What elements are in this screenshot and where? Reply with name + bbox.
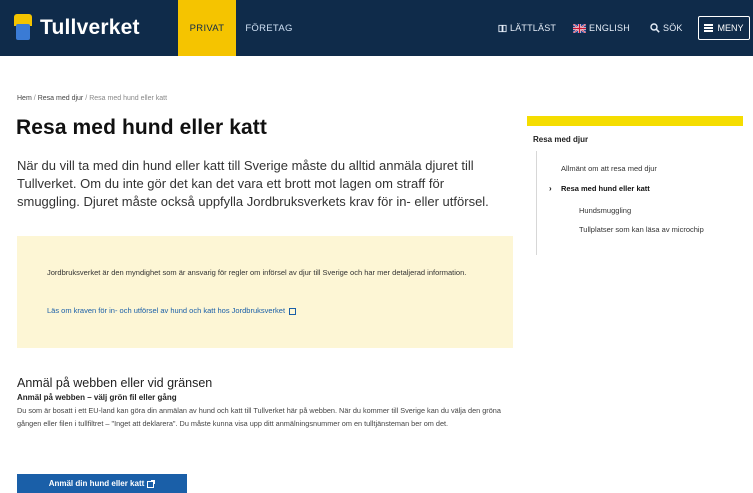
book-icon xyxy=(498,24,507,32)
hamburger-icon xyxy=(704,27,714,29)
report-pet-button-label: Anmäl din hund eller katt xyxy=(48,479,145,488)
menu-button[interactable]: MENY xyxy=(698,16,750,40)
search-icon xyxy=(650,23,660,33)
jordbruksverket-link-label: Läs om kraven för in- och utförsel av hu… xyxy=(47,306,286,315)
lattlast-link[interactable]: LÄTTLÄST xyxy=(498,0,556,56)
tab-foretag[interactable]: FÖRETAG xyxy=(236,0,302,56)
uk-flag-icon xyxy=(573,23,586,33)
chevron-right-icon: › xyxy=(549,184,552,193)
english-link[interactable]: ENGLISH xyxy=(573,0,630,56)
crown-icon xyxy=(12,14,34,42)
section-subheading: Anmäl på webben – välj grön fil eller gå… xyxy=(17,393,177,402)
info-text: Jordbruksverket är den myndighet som är … xyxy=(47,268,467,277)
sidebar-item-hundsmuggling[interactable]: Hundsmuggling xyxy=(579,205,631,216)
external-link-icon xyxy=(289,307,297,315)
section-heading: Anmäl på webben eller vid gränsen xyxy=(17,376,213,390)
search-label: SÖK xyxy=(663,23,683,33)
section-body: Du som är bosatt i ett EU-land kan göra … xyxy=(17,406,501,428)
sidebar-accent-bar xyxy=(527,116,743,126)
logo-text: Tullverket xyxy=(40,16,140,39)
report-pet-button[interactable]: Anmäl din hund eller katt xyxy=(17,474,187,493)
sidebar-title[interactable]: Resa med djur xyxy=(533,135,588,144)
breadcrumb: Hem / Resa med djur / Resa med hund eller ka… xyxy=(17,95,167,102)
lead-paragraph: När du vill ta med din hund eller katt t… xyxy=(17,158,489,209)
external-link-icon xyxy=(147,479,156,488)
site-header: Tullverket PRIVAT FÖRETAG LÄTTLÄST ENGLI… xyxy=(0,0,753,56)
tullverket-logo[interactable]: Tullverket xyxy=(12,10,140,46)
page-title: Resa med hund eller katt xyxy=(16,116,267,139)
sidebar-item-tullplatser[interactable]: Tullplatser som kan läsa av microchip xyxy=(579,224,709,235)
sidebar-item-label: Resa med hund eller katt xyxy=(561,184,650,193)
sidebar-divider xyxy=(536,151,537,255)
info-box: Jordbruksverket är den myndighet som är … xyxy=(17,236,513,348)
jordbruksverket-link[interactable]: Läs om kraven för in- och utförsel av hu… xyxy=(47,306,297,315)
breadcrumb-item-current: Resa med hund eller katt xyxy=(89,95,168,102)
sidebar-item-hund-katt[interactable]: › Resa med hund eller katt xyxy=(549,183,650,194)
breadcrumb-separator: / xyxy=(33,95,36,102)
tab-privat[interactable]: PRIVAT xyxy=(178,0,236,56)
sidebar-item-allmant[interactable]: Allmänt om att resa med djur xyxy=(561,163,657,174)
breadcrumb-item-resa-med-djur[interactable]: Resa med djur xyxy=(38,95,84,102)
search-link[interactable]: SÖK xyxy=(650,0,683,56)
breadcrumb-separator: / xyxy=(85,95,88,102)
english-label: ENGLISH xyxy=(589,23,630,33)
menu-label: MENY xyxy=(717,23,744,33)
breadcrumb-item-hem[interactable]: Hem xyxy=(17,95,32,102)
lattlast-label: LÄTTLÄST xyxy=(510,23,557,33)
